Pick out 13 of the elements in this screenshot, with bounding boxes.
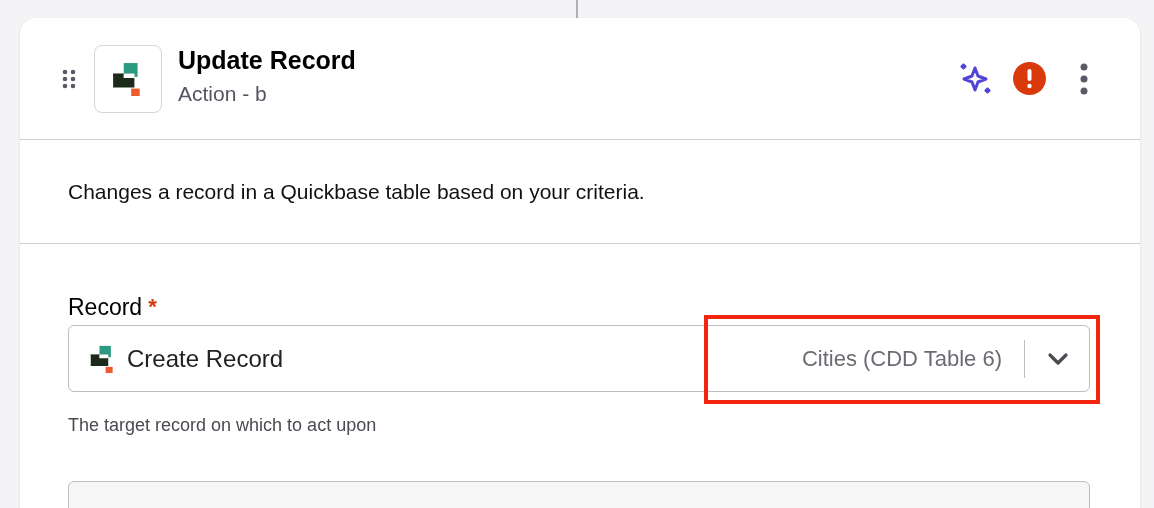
step-description: Changes a record in a Quickbase table based on your criteria. — [68, 178, 645, 205]
chevron-down-icon[interactable] — [1047, 351, 1069, 366]
sparkle-icon[interactable] — [959, 61, 993, 96]
step-subtitle: Action - b — [178, 82, 268, 104]
field-help: The target record on which to act upon — [68, 414, 378, 437]
required-asterisk: * — [148, 296, 157, 318]
table-name: Cities (CDD Table 6) — [801, 345, 1002, 373]
record-select[interactable]: Create Record Cities (CDD Table 6) — [68, 325, 1090, 392]
step-title: Update Record — [178, 47, 357, 73]
more-icon[interactable] — [1080, 62, 1088, 95]
drag-handle-icon[interactable] — [62, 68, 76, 89]
error-icon[interactable] — [1013, 62, 1046, 95]
field-label: Record — [68, 296, 143, 319]
